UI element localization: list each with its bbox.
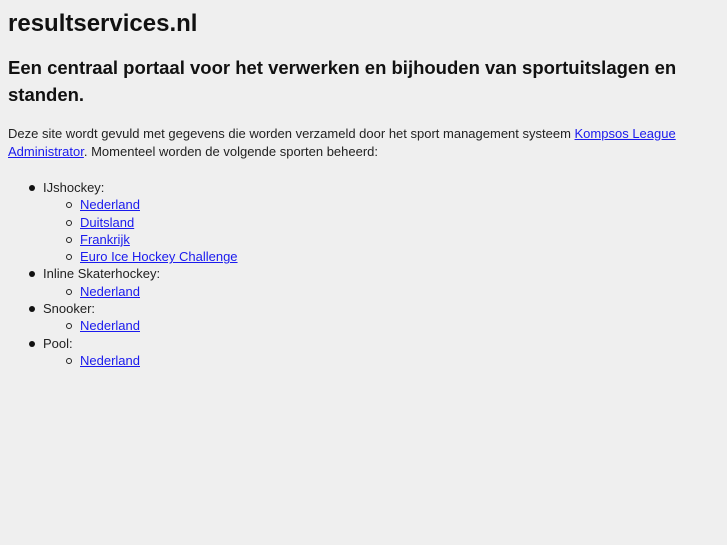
bullet-disc-icon [29, 185, 35, 191]
country-item: Nederland [66, 196, 719, 213]
bullet-circle-icon [66, 357, 72, 364]
sport-label: IJshockey: [43, 180, 105, 195]
country-list: Nederland [43, 317, 719, 334]
intro-text-before: Deze site wordt gevuld met gegevens die … [8, 126, 575, 141]
country-item: Nederland [66, 283, 719, 300]
sports-list: IJshockey: Nederland Duitsland Frankrijk… [8, 179, 719, 369]
ijshockey-nederland-link[interactable]: Nederland [80, 197, 140, 212]
country-item: Euro Ice Hockey Challenge [66, 248, 719, 265]
intro-text-after: . Momenteel worden de volgende sporten b… [83, 143, 379, 159]
bullet-circle-icon [66, 236, 72, 243]
bullet-disc-icon [29, 271, 35, 278]
sport-label: Pool: [43, 335, 73, 351]
page: resultservices.nl Een centraal portaal v… [0, 10, 727, 369]
sport-item-ijshockey: IJshockey: Nederland Duitsland Frankrijk… [29, 179, 719, 265]
ijshockey-frankrijk-link[interactable]: Frankrijk [80, 232, 130, 247]
sport-item-pool: Pool: Nederland [29, 335, 719, 370]
sport-item-inline-skaterhockey: Inline Skaterhockey: Nederland [29, 265, 719, 300]
site-title: resultservices.nl [8, 10, 198, 37]
sport-label: Inline Skaterhockey: [43, 266, 161, 282]
inline-skaterhockey-nederland-link[interactable]: Nederland [80, 284, 140, 299]
sport-item-snooker: Snooker: Nederland [29, 300, 719, 335]
bullet-circle-icon [66, 254, 72, 261]
snooker-nederland-link[interactable]: Nederland [80, 318, 140, 333]
intro-paragraph: Deze site wordt gevuld met gegevens die … [8, 125, 719, 160]
country-list: Nederland [43, 352, 719, 369]
country-item: Nederland [66, 317, 719, 334]
country-item: Duitsland [66, 214, 719, 231]
bullet-circle-icon [66, 288, 72, 295]
pool-nederland-link[interactable]: Nederland [80, 353, 140, 368]
ijshockey-duitsland-link[interactable]: Duitsland [80, 215, 134, 230]
bullet-circle-icon [66, 323, 72, 330]
bullet-disc-icon [29, 306, 35, 313]
bullet-circle-icon [66, 219, 72, 226]
bullet-circle-icon [66, 202, 72, 209]
country-item: Frankrijk [66, 231, 719, 248]
country-list: Nederland Duitsland Frankrijk Euro Ice H… [43, 196, 719, 265]
sport-label: Snooker: [43, 301, 96, 317]
country-list: Nederland [43, 283, 719, 300]
ijshockey-euro-challenge-link[interactable]: Euro Ice Hockey Challenge [80, 249, 238, 264]
tagline: Een centraal portaal voor het verwerken … [8, 57, 677, 105]
country-item: Nederland [66, 352, 719, 369]
bullet-disc-icon [29, 340, 35, 347]
